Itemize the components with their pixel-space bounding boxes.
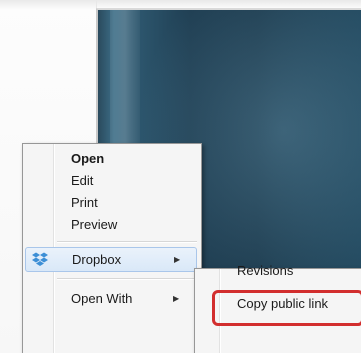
menu-item-label: Edit xyxy=(71,173,94,188)
menu-item-edit[interactable]: Edit xyxy=(25,170,197,192)
menu-item-label: Open xyxy=(71,151,105,166)
screenshot-frame: Open Edit Print Preview Dropbox ▶ Open W… xyxy=(0,0,361,353)
submenu-arrow-icon: ▶ xyxy=(173,294,180,303)
menu-item-print[interactable]: Print xyxy=(25,192,197,214)
top-edge-shadow xyxy=(0,0,361,10)
menu-item-open[interactable]: Open xyxy=(25,148,197,170)
menu-item-label: Print xyxy=(71,195,98,210)
menu-item-dropbox[interactable]: Dropbox ▶ xyxy=(25,247,197,272)
menu-item-preview[interactable]: Preview xyxy=(25,214,197,236)
menu-separator xyxy=(57,278,197,280)
menu-item-label: Open With xyxy=(71,291,133,306)
submenu-arrow-icon: ▶ xyxy=(174,255,181,264)
menu-separator xyxy=(57,241,197,243)
annotation-highlight-box xyxy=(212,290,361,326)
submenu-item-revisions[interactable]: Revisions xyxy=(197,263,361,291)
submenu-item-label: Revisions xyxy=(237,263,294,278)
dropbox-icon xyxy=(32,252,48,266)
menu-item-label: Dropbox xyxy=(72,252,122,267)
context-menu: Open Edit Print Preview Dropbox ▶ Open W… xyxy=(22,143,202,353)
menu-item-label: Preview xyxy=(71,217,118,232)
menu-item-open-with[interactable]: Open With ▶ xyxy=(25,288,197,310)
